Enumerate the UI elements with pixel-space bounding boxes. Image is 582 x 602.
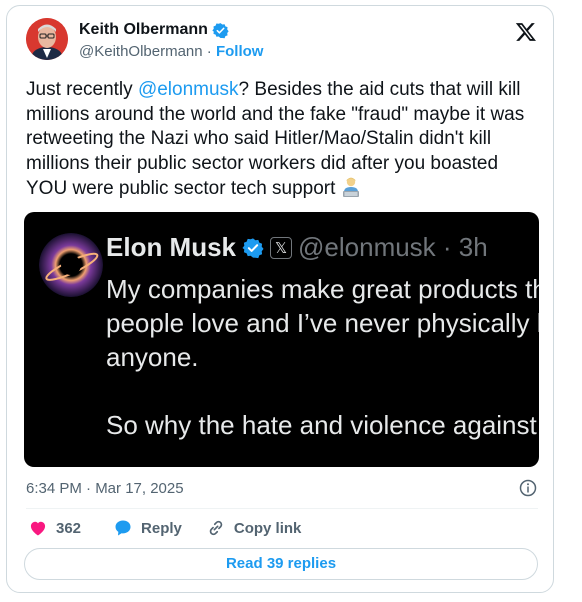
embedded-avatar (39, 233, 103, 297)
embedded-tweet-image[interactable]: Elon Musk 𝕏 @elonmusk · 3h My companies … (24, 212, 539, 467)
tweet-card: Keith Olbermann @KeithOlbermann · Follow… (6, 5, 554, 593)
action-bar: 362 Reply Copy link (26, 518, 301, 538)
embedded-header: Elon Musk 𝕏 @elonmusk · 3h (106, 232, 488, 263)
divider (26, 508, 538, 509)
man-technologist-emoji-icon (342, 177, 359, 197)
reply-button[interactable]: Reply (113, 518, 182, 538)
x-logo-icon[interactable] (515, 21, 537, 43)
author-avatar[interactable] (26, 18, 68, 60)
author-name-row: Keith Olbermann (79, 21, 229, 39)
embedded-handle-time: @elonmusk · 3h (298, 232, 488, 262)
tweet-timestamp[interactable]: 6:34 PM · Mar 17, 2025 (26, 480, 184, 497)
info-icon[interactable] (519, 479, 537, 497)
verified-badge-icon (212, 22, 229, 38)
copy-link-button[interactable]: Copy link (206, 518, 302, 538)
follow-button[interactable]: Follow (216, 43, 264, 60)
tweet-text-start: Just recently (26, 79, 138, 100)
author-handle[interactable]: @KeithOlbermann (79, 43, 203, 60)
embedded-avatar-image (39, 233, 103, 297)
reply-bubble-icon (115, 520, 131, 536)
embedded-tweet-text: My companies make great products that pe… (106, 274, 539, 440)
like-button[interactable]: 362 (28, 518, 81, 538)
embedded-x-badge: 𝕏 (270, 236, 293, 259)
like-count: 362 (56, 519, 82, 537)
reply-label: Reply (141, 519, 182, 537)
avatar-image (26, 18, 68, 60)
read-replies-button[interactable]: Read 39 replies (24, 548, 538, 580)
tweet-text: Just recently @elonmusk? Besides the aid… (26, 78, 541, 202)
mention-link[interactable]: @elonmusk (138, 79, 239, 100)
copy-link-label: Copy link (233, 519, 302, 537)
embedded-author-name: Elon Musk (106, 232, 237, 262)
handle-separator: · (202, 43, 216, 60)
heart-icon (30, 521, 46, 536)
link-icon (209, 520, 223, 536)
author-name[interactable]: Keith Olbermann (79, 21, 208, 39)
author-handle-row: @KeithOlbermann · Follow (79, 43, 263, 60)
embedded-verified-badge-icon (242, 237, 264, 258)
